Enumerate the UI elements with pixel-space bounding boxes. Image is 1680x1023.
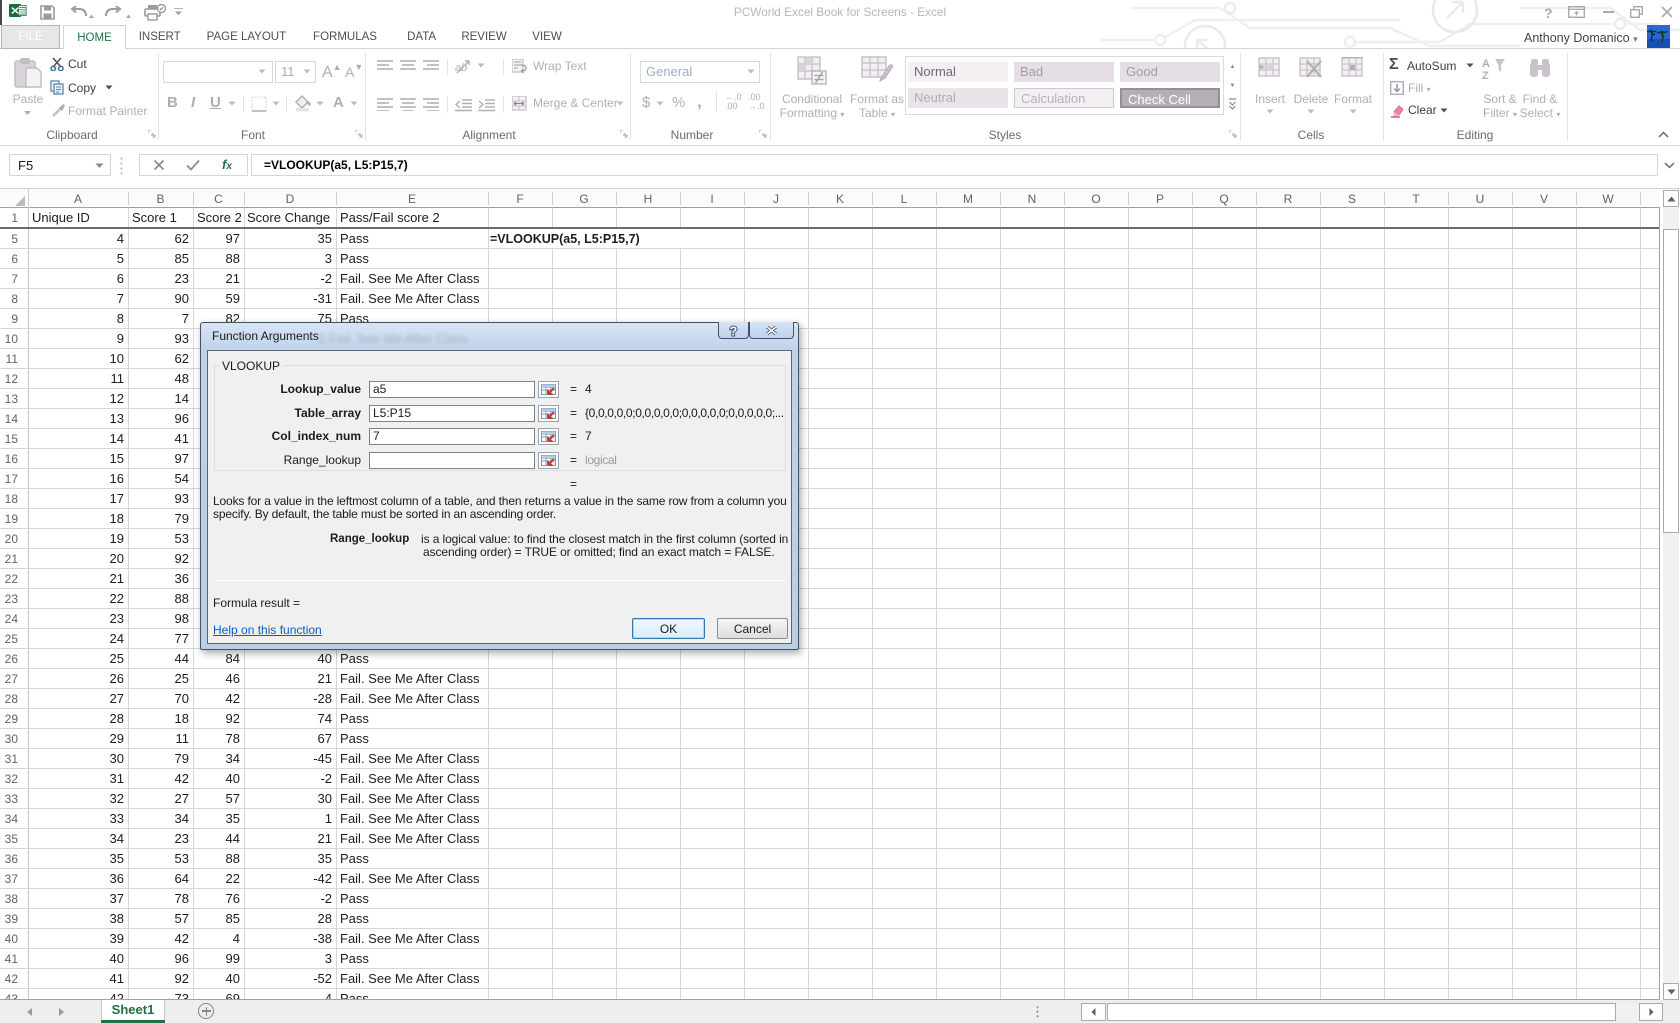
svg-text:Z: Z [1482,70,1489,81]
svg-text:?: ? [730,325,738,339]
svg-text:A: A [1482,58,1490,70]
